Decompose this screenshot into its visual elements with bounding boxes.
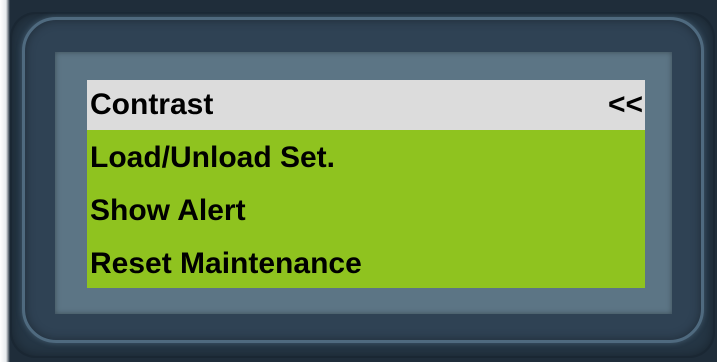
menu-item-label: Contrast [90,88,214,121]
menu-item-label: Load/Unload Set. [90,141,336,174]
menu-item-load-unload-set[interactable]: Load/Unload Set. [87,133,645,183]
menu-item-reset-maintenance[interactable]: Reset Maintenance [87,239,645,289]
selection-cursor: << [607,88,643,121]
lcd-screen: Contrast << Load/Unload Set. Show Alert … [87,80,645,288]
device-panel: Contrast << Load/Unload Set. Show Alert … [0,0,717,362]
menu-item-label: Reset Maintenance [90,247,362,280]
menu-item-contrast[interactable]: Contrast << [87,80,645,130]
menu-item-show-alert[interactable]: Show Alert [87,186,645,236]
menu-item-label: Show Alert [90,194,246,227]
side-edge [0,0,10,362]
